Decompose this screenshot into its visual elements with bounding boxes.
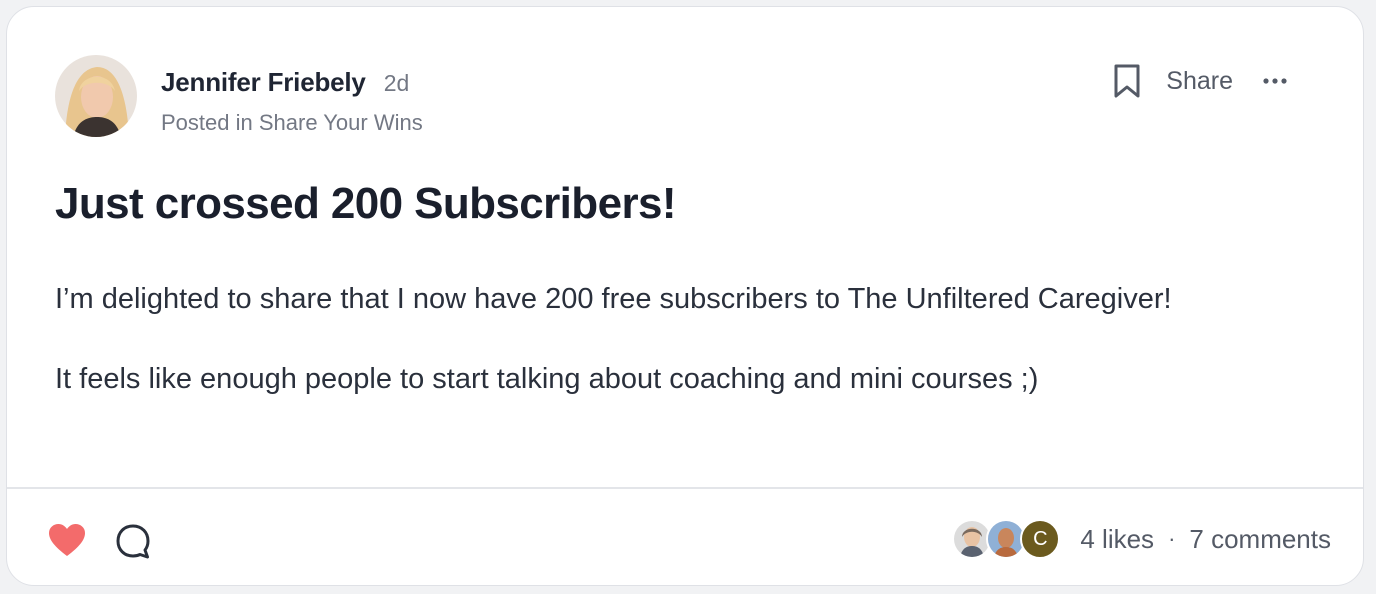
post-card: Jennifer Friebely 2d Posted in Share You… [6,6,1364,586]
post-body: I’m delighted to share that I now have 2… [55,275,1255,403]
more-options-button[interactable] [1261,67,1289,95]
author-name[interactable]: Jennifer Friebely [161,67,366,98]
post-title: Just crossed 200 Subscribers! [55,179,677,228]
likers-avatars[interactable]: C [952,519,1061,559]
comment-button[interactable] [113,522,153,562]
author-avatar[interactable] [55,55,137,137]
bookmark-button[interactable] [1110,61,1144,101]
bookmark-icon [1114,64,1140,98]
posted-in-prefix: Posted in [161,110,253,135]
author-info: Jennifer Friebely 2d Posted in Share You… [161,67,423,136]
space-link[interactable]: Share Your Wins [259,110,423,135]
post-header: Jennifer Friebely 2d Posted in Share You… [55,55,1315,137]
engagement-stats: C 4 likes · 7 comments [952,517,1331,561]
post-actions: Share [1110,61,1289,101]
liker-avatar: C [1020,519,1061,559]
share-button[interactable]: Share [1166,67,1233,96]
more-horizontal-icon [1263,78,1287,84]
likes-count[interactable]: 4 likes [1080,524,1154,555]
comment-bubble-icon [116,524,150,559]
post-paragraph: I’m delighted to share that I now have 2… [55,283,1172,315]
post-paragraph: It feels like enough people to start tal… [55,363,1039,395]
heart-icon [49,524,85,556]
comments-count[interactable]: 7 comments [1189,524,1331,555]
like-button[interactable] [47,522,87,558]
post-footer: C 4 likes · 7 comments [7,489,1363,585]
posted-in-line: Posted in Share Your Wins [161,110,423,136]
stats-separator: · [1168,526,1176,551]
post-timestamp[interactable]: 2d [384,70,410,97]
liker-initial: C [1033,527,1048,550]
